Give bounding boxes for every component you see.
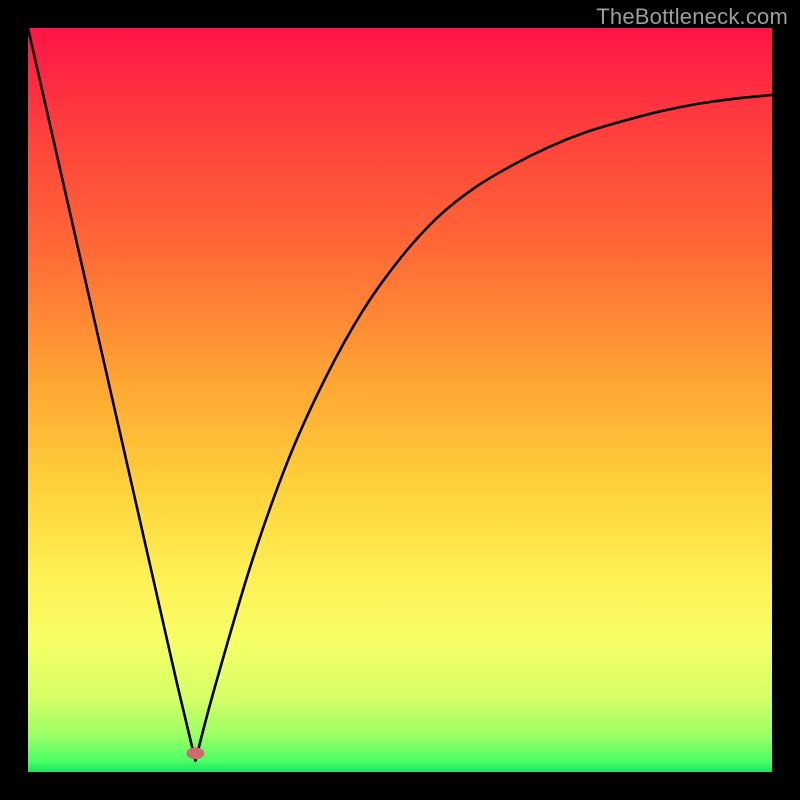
chart-svg (28, 28, 772, 772)
plot-border-bottom (0, 772, 800, 800)
watermark-text: TheBottleneck.com (596, 4, 788, 30)
heat-background (28, 28, 772, 772)
plot-area (28, 28, 772, 772)
plot-border-left (0, 0, 28, 800)
cusp-marker (186, 747, 204, 759)
plot-border-right (772, 0, 800, 800)
